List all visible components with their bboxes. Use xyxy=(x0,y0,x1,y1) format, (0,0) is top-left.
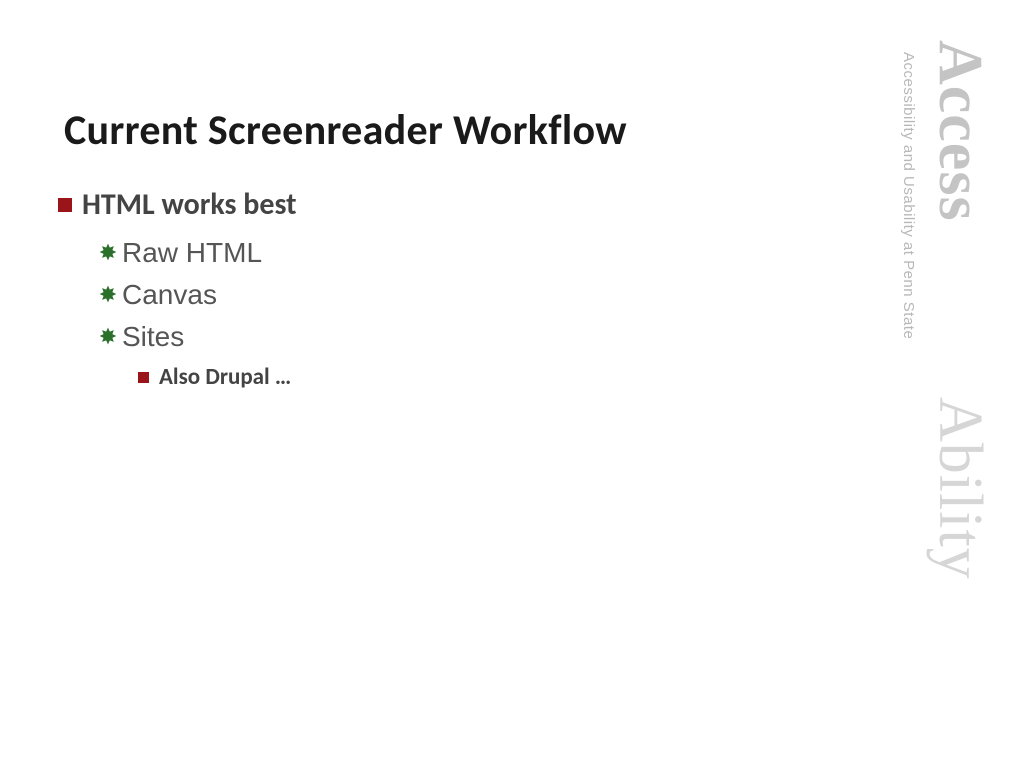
bullet-text: Raw HTML xyxy=(122,237,262,269)
bullet-text: Sites xyxy=(122,321,184,353)
bullet-text: Also Drupal … xyxy=(159,363,291,391)
bullet-level-2: ✸ Raw HTML xyxy=(96,237,1024,269)
bullet-text: Canvas xyxy=(122,279,217,311)
star-bullet-icon: ✸ xyxy=(96,284,120,306)
star-bullet-icon: ✸ xyxy=(96,242,120,264)
bullet-list: HTML works best ✸ Raw HTML ✸ Canvas ✸ Si… xyxy=(58,186,1024,391)
bullet-level-2: ✸ Canvas xyxy=(96,279,1024,311)
bullet-text: HTML works best xyxy=(82,186,297,223)
slide-title: Current Screenreader Workflow xyxy=(64,105,1024,156)
slide: Current Screenreader Workflow HTML works… xyxy=(0,0,1024,768)
star-bullet-icon: ✸ xyxy=(96,326,120,348)
sidebar-logo-word-2: Ability xyxy=(924,397,995,580)
bullet-level-3: Also Drupal … xyxy=(138,363,1024,391)
bullet-level-2: ✸ Sites xyxy=(96,321,1024,353)
bullet-level-1: HTML works best xyxy=(58,186,1024,223)
square-bullet-icon xyxy=(138,372,149,383)
square-bullet-icon xyxy=(58,198,72,212)
